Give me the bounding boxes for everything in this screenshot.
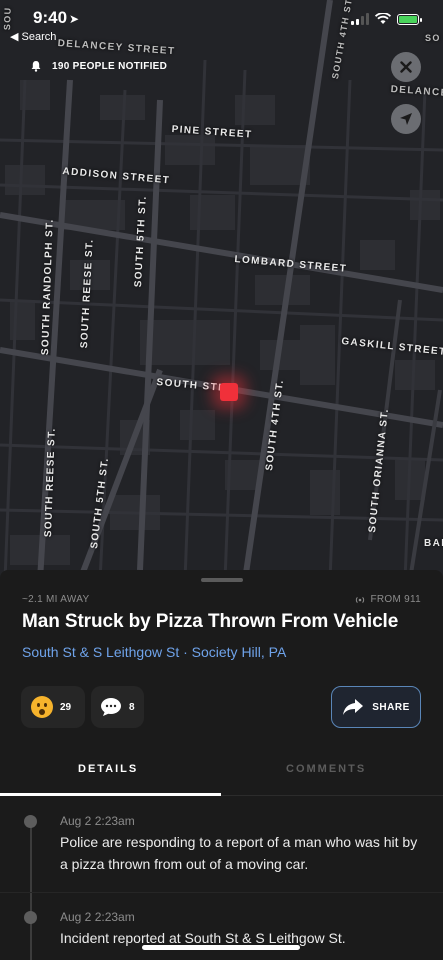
battery-icon <box>397 13 422 25</box>
street-label-so-right: SO <box>425 33 441 43</box>
share-label: SHARE <box>372 701 410 713</box>
street-label-sou-left: SOU <box>2 6 13 31</box>
home-indicator[interactable] <box>142 945 300 950</box>
wifi-icon <box>375 13 391 24</box>
update-time: Aug 2 2:23am <box>60 910 135 924</box>
navigation-arrow-icon <box>400 113 412 125</box>
update-separator <box>0 892 443 893</box>
back-label: Search <box>21 31 57 43</box>
comment-count: 8 <box>129 701 135 713</box>
location-arrow-icon: ➤ <box>69 12 80 26</box>
update-time: Aug 2 2:23am <box>60 814 135 828</box>
source-label: FROM 911 <box>355 594 421 605</box>
share-arrow-icon <box>343 699 364 715</box>
comment-button[interactable]: 8 <box>91 686 144 728</box>
close-button[interactable] <box>391 52 421 82</box>
incident-location-link[interactable]: South St & S Leithgow St · Society Hill,… <box>22 644 286 660</box>
locate-button[interactable] <box>391 104 421 134</box>
share-button[interactable]: SHARE <box>331 686 421 728</box>
distance-label: ~2.1 MI AWAY <box>22 594 90 605</box>
source-text: FROM 911 <box>370 594 421 605</box>
reaction-count: 29 <box>60 701 72 713</box>
people-notified: 190 PEOPLE NOTIFIED <box>30 60 167 72</box>
comment-bubble-icon <box>101 698 121 716</box>
cell-signal-icon <box>351 13 369 25</box>
incident-map[interactable]: DELANCEY STREET PINE STREET ADDISON STRE… <box>0 0 443 580</box>
incident-title: Man Struck by Pizza Thrown From Vehicle <box>22 611 399 632</box>
broadcast-icon <box>356 596 365 603</box>
timeline-dot <box>24 911 37 924</box>
street-label-ban-right: BAI <box>424 538 443 549</box>
status-time: 9:40 ➤ <box>33 8 80 27</box>
tab-details[interactable]: DETAILS <box>78 763 138 775</box>
close-icon <box>400 61 412 73</box>
incident-detail-sheet: ~2.1 MI AWAY FROM 911 Man Struck by Pizz… <box>0 570 443 960</box>
reaction-button[interactable]: 29 <box>21 686 85 728</box>
shocked-emoji-icon <box>31 696 53 718</box>
tab-comments[interactable]: COMMENTS <box>286 763 366 775</box>
timeline-line <box>30 818 32 960</box>
incident-marker[interactable] <box>220 383 238 401</box>
sheet-drag-handle[interactable] <box>201 578 243 582</box>
bell-icon <box>31 61 41 72</box>
status-icons <box>351 13 422 25</box>
update-text: Police are responding to a report of a m… <box>60 834 418 872</box>
active-tab-indicator <box>0 793 221 796</box>
notified-text: 190 PEOPLE NOTIFIED <box>52 60 168 72</box>
back-to-search[interactable]: ◀ Search <box>10 30 56 43</box>
timeline-dot <box>24 815 37 828</box>
